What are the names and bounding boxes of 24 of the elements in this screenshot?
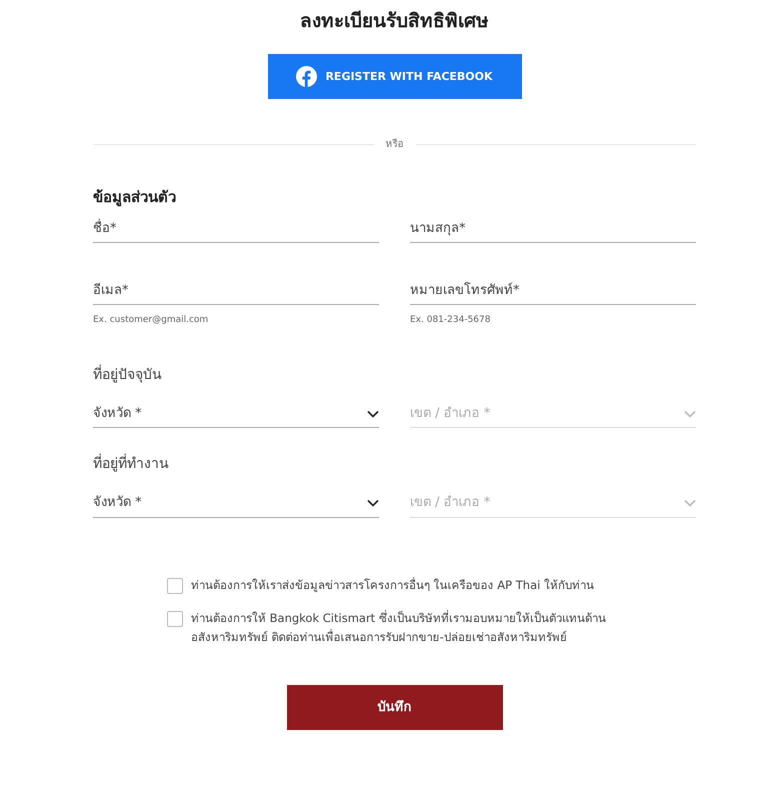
text-field[interactable]: หมายเลขโทรศัพท์* bbox=[410, 276, 696, 306]
dropdown-field[interactable]: จังหวัด * bbox=[93, 400, 379, 428]
section-heading: ข้อมูลส่วนตัว bbox=[93, 187, 177, 208]
consent-text: ท่านต้องการให้ Bangkok Citismart ซึ่งเป็นบริษัทที่เรามอบหมายให้เป็นตัวแทนด้านอสังหาริมทรัพย์ ติดต่อท่านเพื่อเสนอการรับฝากขาย-ปล่อยเช่าอสังหาริมทรัพย์ bbox=[191, 609, 607, 646]
checkbox[interactable] bbox=[167, 610, 183, 627]
save-button[interactable]: บันทึก bbox=[286, 684, 502, 730]
consent-text: ท่านต้องการให้เราส่งข้อมูลข่าวสารโครงการอื่นๆ ในเครือของ AP Thai ให้กับท่าน bbox=[191, 576, 594, 594]
section-heading: ที่อยู่ที่ทำงาน bbox=[93, 454, 696, 476]
checkbox[interactable] bbox=[167, 578, 183, 594]
dropdown-field[interactable]: จังหวัด * bbox=[93, 489, 379, 518]
text-field[interactable]: ชื่อ* bbox=[93, 214, 379, 244]
section-heading: ที่อยู่ปัจจุบัน bbox=[93, 364, 163, 385]
page-title: ลงทะเบียนรับสิทธิพิเศษ bbox=[300, 9, 489, 34]
divider-text: หรือ bbox=[384, 138, 404, 152]
text-field[interactable]: อีเมล* bbox=[93, 276, 379, 306]
field-hint: Ex. customer@gmail.com bbox=[93, 314, 208, 328]
chevron-down-icon bbox=[684, 410, 696, 418]
facebook-register-button[interactable]: REGISTER WITH FACEBOOK bbox=[268, 54, 522, 100]
facebook-icon bbox=[296, 66, 318, 88]
chevron-down-icon bbox=[367, 410, 379, 418]
field-hint: Ex. 081-234-5678 bbox=[410, 314, 490, 328]
text-field[interactable]: นามสกุล* bbox=[410, 214, 696, 244]
chevron-down-icon bbox=[367, 499, 379, 508]
chevron-down-icon bbox=[684, 499, 696, 508]
